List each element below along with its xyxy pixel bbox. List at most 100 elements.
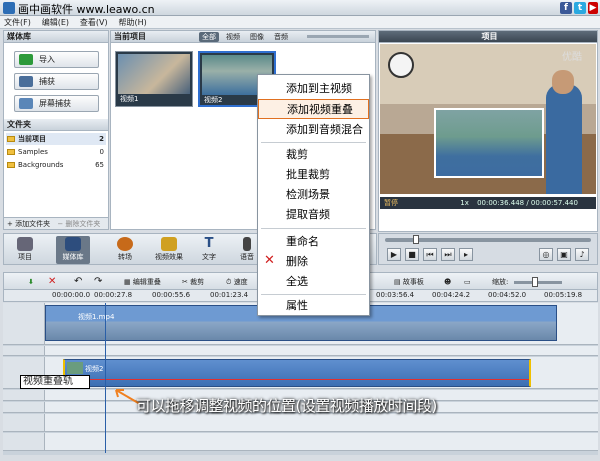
folder-icon [7, 162, 15, 168]
capture-button[interactable]: 捕获 [14, 73, 99, 90]
menu-delete[interactable]: 删除 [258, 252, 369, 272]
preview-status-bar: 暂停 1x 00:00:36.448 / 00:00:57.440 [380, 197, 596, 209]
preview-video: 优酷 [380, 44, 596, 194]
youtube-icon[interactable]: ▶ [588, 2, 598, 14]
app-logo-icon [3, 2, 15, 14]
audio-track [3, 346, 598, 356]
folder-icon [7, 136, 15, 142]
clip-thumbnail [118, 54, 190, 94]
overlay-video[interactable] [434, 108, 544, 178]
text-icon: T [204, 236, 214, 251]
undo-icon[interactable]: ↶ [74, 276, 82, 288]
text-button[interactable]: T 文字 [192, 236, 226, 264]
plus-icon [19, 54, 33, 65]
voice-track [3, 414, 598, 432]
title-bar: 画中画软件 www.leawo.cn f t ▶ [0, 0, 600, 16]
clip-thumbnail [67, 362, 83, 374]
screen-capture-button[interactable]: 屏幕捕获 [14, 95, 99, 112]
delete-icon[interactable]: ✕ [48, 276, 56, 288]
filter-all[interactable]: 全部 [199, 32, 219, 42]
transition-button[interactable]: 转场 [108, 236, 142, 264]
timeline-tracks: 视频1.mp4 视频2 [3, 303, 598, 455]
track-header [3, 303, 45, 344]
loop-button[interactable]: ▸ [459, 248, 473, 261]
zoom-handle[interactable] [532, 277, 538, 287]
folder-item[interactable]: Backgrounds 65 [6, 159, 106, 171]
filter-video[interactable]: 视频 [223, 32, 243, 42]
folder-item[interactable]: Samples 0 [6, 146, 106, 158]
library-header: 媒体库 [4, 31, 108, 43]
monitor-icon [19, 98, 33, 109]
media-clip[interactable]: 视频1 [115, 51, 193, 107]
menu-file[interactable]: 文件(F) [4, 18, 31, 27]
player-controls: ▶ ■ ⏮ ⏭ ▸ ◎ ▣ ♪ [378, 233, 598, 265]
filter-audio[interactable]: 音频 [271, 32, 291, 42]
menu-edit[interactable]: 编辑(E) [42, 18, 69, 27]
menu-add-video-overlay[interactable]: 添加视频重叠 [258, 99, 369, 119]
project-button[interactable]: 项目 [8, 236, 42, 264]
folder-icon [7, 149, 15, 155]
playhead[interactable] [105, 303, 106, 453]
menu-extract-audio[interactable]: 提取音频 [258, 205, 369, 225]
menu-bar: 文件(F) 编辑(E) 查看(V) 帮助(H) [0, 16, 600, 29]
seek-handle[interactable] [413, 235, 419, 244]
zoom-slider[interactable] [514, 281, 562, 284]
effects-icon [161, 237, 177, 251]
add-icon[interactable]: ⬇ [28, 276, 34, 288]
snapshot-icon[interactable]: ◎ [539, 248, 553, 261]
film-icon [65, 237, 81, 251]
speed-button[interactable]: ⏱ 速度 [226, 276, 248, 288]
user-icon[interactable]: ☻ [444, 276, 451, 288]
twitter-icon[interactable]: t [574, 2, 586, 14]
edit-overlay-button[interactable]: ▦ 编辑重叠 [124, 276, 161, 288]
facebook-icon[interactable]: f [560, 2, 572, 14]
next-frame-button[interactable]: ⏭ [441, 248, 455, 261]
preview-panel: 项目 优酷 暂停 1x 00:00:36.448 / 00:00:57.440 [378, 30, 598, 232]
volume-icon[interactable]: ♪ [575, 248, 589, 261]
video-effects-button[interactable]: 视频效果 [152, 236, 186, 264]
folder-item[interactable]: 当前项目 2 [6, 133, 106, 145]
import-button[interactable]: 导入 [14, 51, 99, 68]
menu-crop[interactable]: 裁剪 [258, 145, 369, 165]
context-menu: 添加到主视频 添加视频重叠 添加到音频混合 裁剪 批里裁剪 检测场景 提取音频 … [257, 74, 370, 316]
menu-batch-crop[interactable]: 批里裁剪 [258, 165, 369, 185]
clock-icon [388, 52, 414, 78]
library-panel: 媒体库 导入 捕获 屏幕捕获 文件夹 当前项目 2 Samples 0 Back… [3, 30, 109, 230]
fullscreen-icon[interactable]: ▣ [557, 248, 571, 261]
prev-frame-button[interactable]: ⏮ [423, 248, 437, 261]
camera-icon [19, 76, 33, 87]
menu-add-to-main-video[interactable]: 添加到主视频 [258, 79, 369, 99]
menu-detect-scenes[interactable]: 检测场景 [258, 185, 369, 205]
preview-header: 项目 [379, 31, 597, 43]
window-title: 画中画软件 www.leawo.cn [18, 3, 155, 16]
zoom-label: 缩放: [492, 278, 509, 286]
annotation-text: 可以拖移调整视频的位置(设置视频播放时间段) [136, 397, 437, 415]
folder-actions: + 添加文件夹 − 删除文件夹 [4, 217, 108, 229]
menu-select-all[interactable]: 全选 [258, 272, 369, 292]
add-folder-button[interactable]: + 添加文件夹 [7, 220, 50, 228]
filter-image[interactable]: 图像 [247, 32, 267, 42]
play-button[interactable]: ▶ [387, 248, 401, 261]
display-icon[interactable]: ▭ [464, 276, 471, 288]
library-button[interactable]: 媒体库 [56, 236, 90, 264]
folder-header: 文件夹 [4, 119, 108, 131]
menu-rename[interactable]: 重命名 [258, 232, 369, 252]
storyboard-button[interactable]: ▤ 故事板 [394, 276, 424, 288]
crop-button[interactable]: ✂ 裁剪 [182, 276, 204, 288]
overlay-video-clip[interactable]: 视频2 [63, 359, 531, 387]
watermark: 优酷 [562, 52, 582, 63]
stop-button[interactable]: ■ [405, 248, 419, 261]
presenter-figure [546, 84, 582, 194]
menu-properties[interactable]: 属性 [258, 296, 369, 316]
music-track [3, 433, 598, 451]
thumb-size-slider[interactable] [307, 35, 369, 38]
redo-icon[interactable]: ↷ [94, 276, 102, 288]
menu-help[interactable]: 帮助(H) [118, 18, 146, 27]
menu-view[interactable]: 查看(V) [80, 18, 108, 27]
overlay-track: 视频2 [3, 357, 598, 389]
overlay-track-label: 视频重叠轨 [20, 375, 90, 389]
menu-add-to-audio-mix[interactable]: 添加到音频混合 [258, 120, 369, 140]
delete-folder-button[interactable]: − 删除文件夹 [57, 220, 100, 228]
microphone-icon [243, 237, 251, 251]
transition-icon [117, 237, 133, 251]
